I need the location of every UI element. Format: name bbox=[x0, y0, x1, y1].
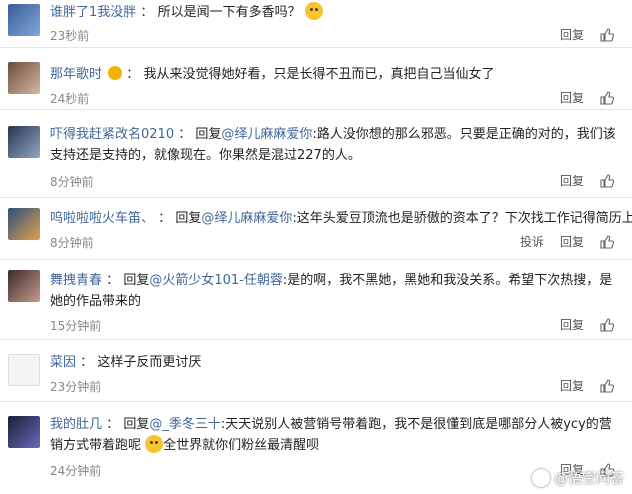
separator: ： bbox=[126, 67, 140, 82]
comment-item: 吓得我赶紧改名0210 ： 回复@绎儿麻麻爱你:路人没你想的那么邪恶。只要是正确… bbox=[0, 110, 632, 198]
comment-text: 这样子反而更讨厌 bbox=[97, 355, 202, 370]
thumbs-up-icon[interactable] bbox=[600, 317, 614, 332]
comment-item: 谁胖了1我没胖 ： 所以是闻一下有多香吗？ 23秒前 回复 bbox=[0, 0, 632, 48]
comment-item: 菜因 ： 这样子反而更讨厌 23分钟前 回复 bbox=[0, 340, 632, 402]
reply-prefix: 回复 bbox=[175, 211, 202, 226]
timestamp: 23分钟前 bbox=[50, 380, 102, 394]
grin-emoji-icon bbox=[145, 435, 164, 453]
reply-prefix: 回复 bbox=[123, 273, 150, 288]
comment-text: 所以是闻一下有多香吗？ bbox=[157, 5, 301, 20]
mention-link[interactable]: @绎儿麻麻爱你 bbox=[201, 211, 292, 226]
timestamp: 23秒前 bbox=[50, 29, 90, 43]
username[interactable]: 呜啦啦啦火车笛、 bbox=[50, 211, 154, 226]
username[interactable]: 那年歌时 bbox=[50, 67, 102, 82]
timestamp: 8分钟前 bbox=[50, 175, 94, 189]
mention-link[interactable]: @火箭少女101-任朝蓉 bbox=[149, 273, 283, 288]
mention-link[interactable]: @_季冬三十 bbox=[149, 417, 221, 432]
avatar[interactable] bbox=[8, 354, 40, 386]
username[interactable]: 舞拽青春 bbox=[50, 273, 102, 288]
thumbs-up-icon[interactable] bbox=[600, 173, 614, 188]
avatar[interactable] bbox=[8, 62, 40, 94]
reply-prefix: 回复 bbox=[123, 417, 150, 432]
timestamp: 24分钟前 bbox=[50, 464, 102, 478]
username[interactable]: 谁胖了1我没胖 bbox=[50, 5, 136, 20]
comment-item: 那年歌时 ： 我从来没觉得她好看，只是长得不丑而已，真把自己当仙女了 24秒前 … bbox=[0, 48, 632, 110]
comment-text-tail: 全世界就你们粉丝最清醒呗 bbox=[163, 438, 320, 453]
thumbs-up-icon[interactable] bbox=[600, 90, 614, 105]
grin-emoji-icon bbox=[304, 2, 323, 20]
separator: ： bbox=[80, 355, 94, 370]
separator: ： bbox=[178, 127, 192, 142]
username[interactable]: 菜因 bbox=[50, 355, 76, 370]
comment-text: 我从来没觉得她好看，只是长得不丑而已，真把自己当仙女了 bbox=[143, 67, 495, 82]
report-button[interactable]: 投诉 bbox=[520, 233, 544, 250]
separator: ： bbox=[106, 417, 120, 432]
avatar[interactable] bbox=[8, 126, 40, 158]
thumbs-up-icon[interactable] bbox=[600, 378, 614, 393]
reply-button[interactable]: 回复 bbox=[560, 316, 584, 333]
timestamp: 15分钟前 bbox=[50, 319, 102, 333]
comment-text: :这年头爱豆顶流也是骄傲的资本了？下次找工作记得简历上写上 bbox=[292, 211, 632, 226]
separator: ： bbox=[140, 5, 154, 20]
reply-button[interactable]: 回复 bbox=[560, 172, 584, 189]
thumbs-up-icon[interactable] bbox=[600, 27, 614, 42]
crown-badge-icon bbox=[108, 66, 123, 80]
watermark-text: @悟空问答 bbox=[554, 471, 624, 487]
comment-item: 呜啦啦啦火车笛、 ： 回复@绎儿麻麻爱你:这年头爱豆顶流也是骄傲的资本了？下次找… bbox=[0, 198, 632, 260]
reply-button[interactable]: 回复 bbox=[560, 233, 584, 250]
avatar[interactable] bbox=[8, 270, 40, 302]
reply-button[interactable]: 回复 bbox=[560, 377, 584, 394]
thumbs-up-icon[interactable] bbox=[600, 234, 614, 249]
watermark: @悟空问答 bbox=[532, 468, 624, 488]
reply-button[interactable]: 回复 bbox=[560, 26, 584, 43]
mention-link[interactable]: @绎儿麻麻爱你 bbox=[221, 127, 312, 142]
avatar[interactable] bbox=[8, 4, 40, 36]
timestamp: 8分钟前 bbox=[50, 236, 94, 250]
username[interactable]: 我的肚几 bbox=[50, 417, 102, 432]
username[interactable]: 吓得我赶紧改名0210 bbox=[50, 127, 174, 142]
reply-button[interactable]: 回复 bbox=[560, 89, 584, 106]
comment-item: 舞拽青春 ： 回复@火箭少女101-任朝蓉:是的啊，我不黑她，黑她和我没关系。希… bbox=[0, 260, 632, 340]
separator: ： bbox=[106, 273, 120, 288]
separator: ： bbox=[158, 211, 172, 226]
wukong-logo-icon bbox=[532, 469, 550, 487]
timestamp: 24秒前 bbox=[50, 92, 90, 106]
avatar[interactable] bbox=[8, 208, 40, 240]
avatar[interactable] bbox=[8, 416, 40, 448]
reply-prefix: 回复 bbox=[195, 127, 222, 142]
